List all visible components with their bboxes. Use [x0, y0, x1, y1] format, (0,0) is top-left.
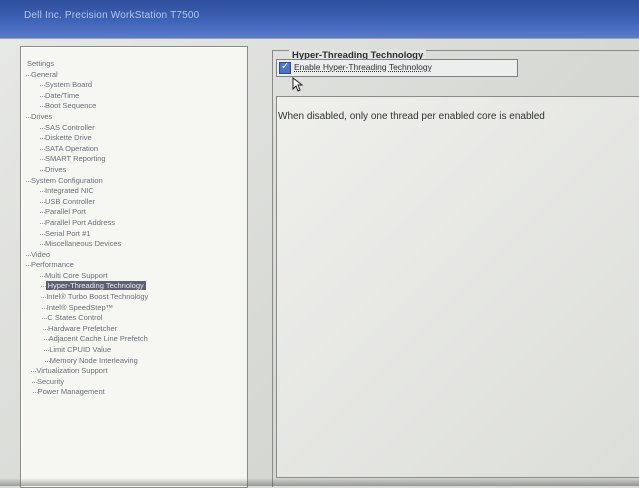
- tree-item[interactable]: USB Controller: [27, 197, 148, 208]
- tree-item[interactable]: System Configuration: [26, 175, 148, 187]
- checkbox-label[interactable]: Enable Hyper-Threading Technology: [294, 62, 432, 72]
- tree-item-label: Settings: [27, 59, 55, 68]
- tree-item-label: Adjacent Cache Line Prefetch: [48, 334, 148, 344]
- tree-connector: [40, 286, 46, 288]
- tree-item[interactable]: System Board: [27, 80, 148, 91]
- tree-item-label: Security: [37, 376, 65, 386]
- tree-item[interactable]: Intel® SpeedStep™: [27, 303, 148, 314]
- tree-item-label: Integrated NIC: [45, 186, 94, 196]
- tree-item-label: Power Management: [37, 387, 105, 397]
- tree-item-label: Virtualization Support: [36, 366, 108, 376]
- tree-item[interactable]: Parallel Port Address: [27, 218, 148, 229]
- tree-item[interactable]: Adjacent Cache Line Prefetch: [27, 334, 148, 345]
- hyper-threading-option[interactable]: ✓ Enable Hyper-Threading Technology: [276, 59, 518, 77]
- tree-connector: [43, 339, 49, 341]
- tree-item[interactable]: Performance: [26, 260, 148, 271]
- tree-item[interactable]: Security: [27, 377, 148, 388]
- tree-item[interactable]: Settings: [27, 59, 148, 70]
- tree-item-label: General: [31, 69, 58, 79]
- tree-item-label: Intel® Turbo Boost Technology: [46, 292, 149, 302]
- tree-item[interactable]: SMART Reporting: [27, 154, 148, 165]
- settings-tree[interactable]: Settings General System Board Date/Time Boot…: [20, 46, 248, 488]
- tree-item[interactable]: Parallel Port: [27, 207, 148, 218]
- tree-item-label: Boot Sequence: [45, 101, 97, 111]
- settings-panel: Hyper-Threading Technology ✓ Enable Hype…: [258, 40, 639, 487]
- tree-item[interactable]: Multi Core Support: [27, 271, 148, 282]
- tree-item[interactable]: Memory Node Interleaving: [27, 356, 148, 367]
- tree-item-label: Performance: [31, 260, 74, 270]
- tree-item-label: Multi Core Support: [45, 270, 108, 280]
- tree-item[interactable]: Hardware Prefetcher: [27, 324, 148, 335]
- tree-item[interactable]: Video: [26, 249, 148, 261]
- tree-item[interactable]: Drives: [27, 165, 148, 176]
- enable-hyper-threading-checkbox[interactable]: ✓: [279, 61, 291, 74]
- screen: Dell Inc. Precision WorkStation T7500 Se…: [0, 0, 639, 488]
- tree-item[interactable]: Serial Port #1: [27, 229, 148, 240]
- tree-item-label: SMART Reporting: [45, 154, 106, 164]
- tree-item-label: Date/Time: [45, 90, 80, 100]
- tree-item[interactable]: Date/Time: [27, 91, 148, 102]
- tree-item-label: C States Control: [47, 313, 103, 323]
- tree-item-label: Intel® SpeedStep™: [46, 302, 114, 312]
- tree-item[interactable]: Integrated NIC: [27, 186, 148, 197]
- tree-item-label: Hyper-Threading Technology: [45, 281, 146, 291]
- description-box: When disabled, only one thread per enabl…: [276, 96, 639, 478]
- tree-item-label: Memory Node Interleaving: [49, 355, 138, 365]
- tree-item-label: Parallel Port Address: [45, 217, 116, 227]
- tree-item-label: Miscellaneous Devices: [45, 239, 122, 249]
- tree-item-label: Hardware Prefetcher: [48, 323, 118, 333]
- tree-item-label: SAS Controller: [45, 122, 95, 132]
- mouse-cursor-icon: [292, 77, 304, 92]
- tree-item[interactable]: Hyper-Threading Technology: [27, 281, 148, 292]
- tree-item[interactable]: Miscellaneous Devices: [27, 239, 148, 250]
- tree-item[interactable]: Limit CPUID Value: [27, 345, 148, 356]
- tree-item[interactable]: SATA Operation: [27, 144, 148, 155]
- tree-item[interactable]: Diskette Drive: [27, 133, 148, 144]
- window-title: Dell Inc. Precision WorkStation T7500: [24, 10, 200, 21]
- tree-item[interactable]: Intel® Turbo Boost Technology: [27, 292, 148, 303]
- tree-item[interactable]: Boot Sequence: [27, 101, 148, 112]
- tree-item-label: System Configuration: [31, 175, 103, 185]
- checkmark-icon: ✓: [281, 61, 290, 72]
- tree-item-label: System Board: [45, 80, 93, 90]
- tree-item-label: Parallel Port: [45, 207, 86, 217]
- tree-item-label: SATA Operation: [45, 143, 99, 153]
- tree-item-label: Serial Port #1: [45, 228, 91, 238]
- screen-bottom-edge: [0, 478, 639, 486]
- title-bar: Dell Inc. Precision WorkStation T7500: [0, 0, 639, 39]
- description-text: When disabled, only one thread per enabl…: [278, 111, 545, 122]
- tree-item-label: Diskette Drive: [45, 133, 92, 143]
- tree-item[interactable]: General: [26, 69, 148, 81]
- tree-item[interactable]: SAS Controller: [27, 123, 148, 134]
- tree-item[interactable]: C States Control: [27, 313, 148, 324]
- tree-list: Settings General System Board Date/Time Boot…: [26, 59, 148, 398]
- tree-item[interactable]: Virtualization Support: [27, 366, 148, 377]
- tree-connector: [32, 392, 38, 394]
- tree-item[interactable]: Drives: [26, 111, 148, 123]
- tree-item-label: Limit CPUID Value: [49, 345, 112, 355]
- tree-item-label: USB Controller: [45, 196, 96, 206]
- tree-item-label: Drives: [45, 164, 67, 174]
- tree-item-label: Drives: [31, 111, 53, 121]
- tree-item[interactable]: Power Management: [27, 387, 148, 398]
- tree-item-label: Video: [31, 249, 51, 259]
